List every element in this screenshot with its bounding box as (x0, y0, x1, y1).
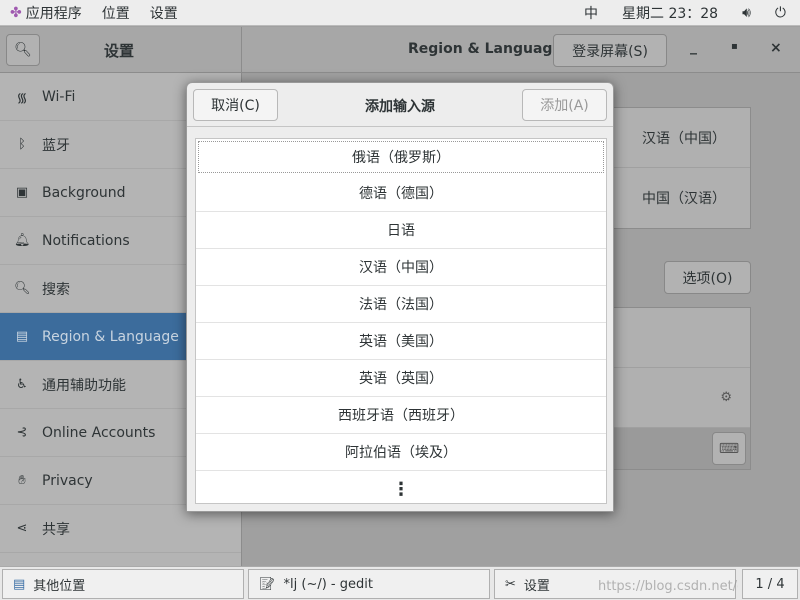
power-icon[interactable]: ⏻ (775, 5, 786, 21)
formats-row[interactable]: 中国（汉语） (601, 168, 750, 228)
list-item[interactable]: 英语（英国） (196, 360, 606, 397)
list-item[interactable]: 德语（德国） (196, 175, 606, 212)
search-icon: 🔍︎ (14, 281, 31, 296)
list-item[interactable]: 日语 (196, 212, 606, 249)
accessibility-icon: ♿︎ (16, 377, 28, 392)
places-menu[interactable]: 位置 (102, 3, 130, 23)
task-other-locations[interactable]: ▤ 其他位置 (2, 569, 244, 599)
settings-menu[interactable]: 设置 (150, 3, 178, 23)
options-button[interactable]: 选项(O) (664, 261, 751, 294)
background-icon: ▣ (15, 185, 29, 200)
tools-icon: ✂︎ (505, 576, 516, 592)
wifi-icon: ᯾ (16, 90, 28, 106)
language-formats-panel: 汉语（中国） 中国（汉语） (600, 107, 751, 229)
text-editor-icon: 📝︎ (259, 576, 276, 592)
bell-icon: 🔔︎ (14, 233, 31, 248)
list-item[interactable]: 俄语（俄罗斯） (198, 141, 604, 173)
taskbar: ▤ 其他位置 📝︎ *lj (~/) - gedit ✂︎ 设置 https://bl… (0, 566, 800, 600)
watermark: https://blog.csdn.net/@51CTO博客 (598, 579, 738, 594)
volume-icon[interactable]: 🔊︎ (742, 5, 751, 21)
input-source-list: 俄语（俄罗斯） 德语（德国） 日语 汉语（中国） 法语（法国） 英语（美国） 英… (195, 138, 607, 504)
list-item[interactable]: 阿拉伯语（埃及） (196, 434, 606, 471)
sidebar-title: 设置 (104, 42, 135, 60)
input-source-row[interactable] (601, 308, 750, 368)
gear-icon[interactable]: ⚙ (720, 390, 732, 405)
keyboard-layout-button[interactable]: ⌨ (712, 432, 746, 465)
online-accounts-icon: ⊰ (16, 425, 28, 440)
keyboard-icon: ⌨ (718, 440, 740, 457)
apps-icon: ✤ (10, 4, 22, 21)
input-source-row[interactable]: ⚙ (601, 368, 750, 428)
list-item[interactable]: 法语（法国） (196, 286, 606, 323)
list-item[interactable]: 西班牙语（西班牙） (196, 397, 606, 434)
add-button[interactable]: 添加(A) (522, 89, 607, 121)
task-gedit[interactable]: 📝︎ *lj (~/) - gedit (248, 569, 490, 599)
list-item[interactable]: 汉语（中国） (196, 249, 606, 286)
list-item[interactable]: 英语（美国） (196, 323, 606, 360)
sidebar-item-sharing[interactable]: ⋖ 共享 (0, 505, 241, 553)
input-sources-panel: ⚙ ⌨ (600, 307, 751, 470)
apps-menu[interactable]: 应用程序 (26, 3, 82, 23)
more-button[interactable]: ⋮ (196, 471, 606, 508)
search-icon: 🔍︎ (14, 42, 32, 58)
header-bar: 🔍︎ 设置 Region & Language 登录屏幕(S) _ ▪ × (0, 27, 800, 73)
share-icon: ⋖ (16, 521, 28, 536)
input-method-indicator[interactable]: 中 (584, 3, 598, 23)
top-bar: ✤ 应用程序 位置 设置 中 星期二 23：28 🔊︎ ⏻ (0, 0, 800, 26)
file-manager-icon: ▤ (13, 576, 26, 592)
page-title: Region & Language (408, 41, 562, 57)
hand-icon: ✋︎ (18, 473, 26, 488)
close-button[interactable]: × (770, 40, 782, 56)
add-input-source-dialog: 取消(C) 添加输入源 添加(A) 俄语（俄罗斯） 德语（德国） 日语 汉语（中… (186, 82, 614, 512)
region-icon: ▤ (15, 329, 29, 344)
login-screen-button[interactable]: 登录屏幕(S) (553, 34, 667, 67)
maximize-button[interactable]: ▪ (731, 41, 738, 52)
bluetooth-icon: ᛒ (18, 137, 26, 152)
search-button[interactable]: 🔍︎ (6, 34, 40, 66)
workspace-pager[interactable]: 1 / 4 (742, 569, 798, 599)
language-row[interactable]: 汉语（中国） (601, 108, 750, 168)
minimize-button[interactable]: _ (690, 39, 697, 55)
clock[interactable]: 星期二 23：28 (622, 3, 718, 23)
